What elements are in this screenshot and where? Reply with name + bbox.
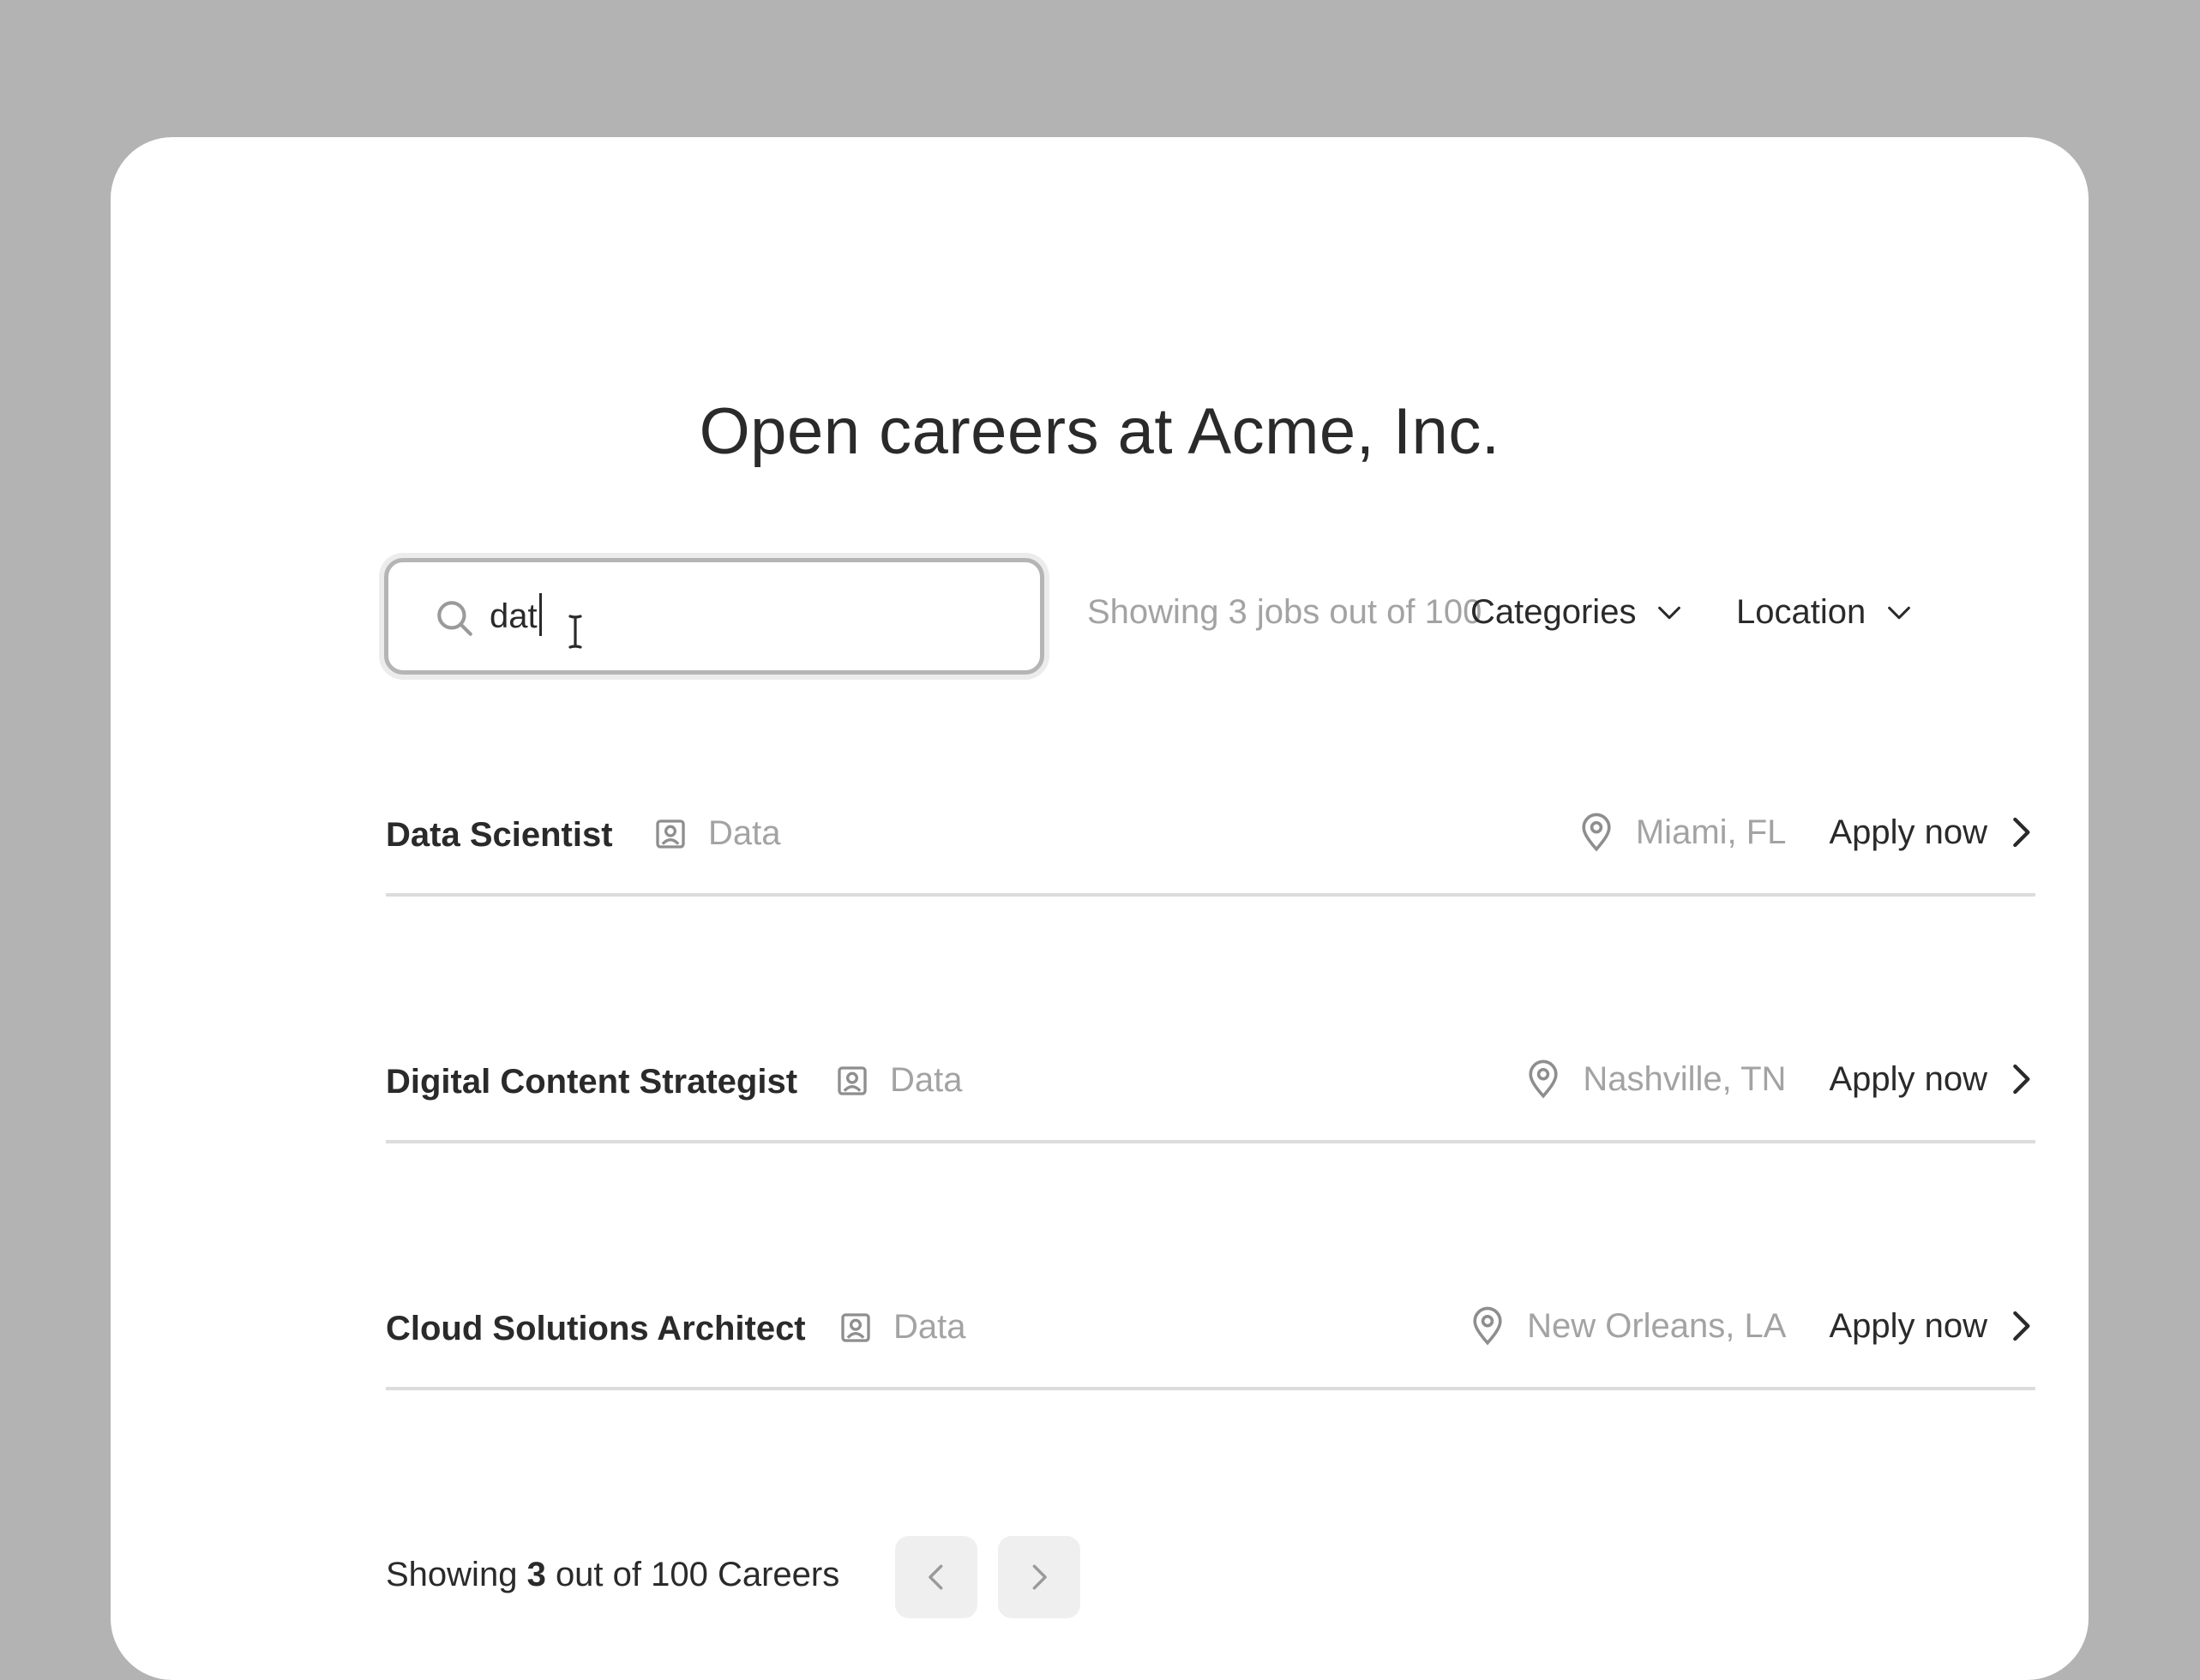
search-input[interactable]: dat <box>384 558 1044 675</box>
location-label: Location <box>1736 593 1866 631</box>
row-divider <box>386 1387 2035 1390</box>
job-row: Data Scientist Data Miami, FL Apply now <box>386 799 2035 897</box>
job-category: Data <box>653 814 781 853</box>
chevron-down-icon <box>1658 606 1681 619</box>
text-cursor-icon <box>568 615 582 649</box>
chevron-right-icon <box>2013 1064 2030 1095</box>
apply-now-link[interactable]: Apply now <box>1829 1307 2035 1346</box>
user-badge-icon <box>841 1312 870 1342</box>
results-summary: Showing 3 jobs out of 100 <box>1087 593 1482 631</box>
apply-now-link[interactable]: Apply now <box>1829 813 2035 852</box>
careers-card: Open careers at Acme, Inc. dat Showing 3… <box>111 137 2089 1680</box>
job-location: Miami, FL <box>1579 813 1786 852</box>
chevron-right-icon <box>2013 1311 2030 1341</box>
location-dropdown[interactable]: Location <box>1736 593 1914 632</box>
user-badge-icon <box>838 1065 867 1095</box>
user-badge-icon <box>656 819 685 849</box>
chevron-left-icon <box>929 1564 943 1590</box>
text-caret <box>538 593 542 636</box>
job-title[interactable]: Data Scientist <box>386 816 613 855</box>
chevron-right-icon <box>2013 817 2030 848</box>
categories-label: Categories <box>1470 593 1637 631</box>
job-row: Cloud Solutions Architect Data New Orlea… <box>386 1293 2035 1390</box>
location-pin-icon <box>1529 1059 1558 1099</box>
chevron-down-icon <box>1888 606 1911 619</box>
location-pin-icon <box>1473 1306 1502 1346</box>
location-pin-icon <box>1582 813 1611 852</box>
job-row: Digital Content Strategist Data Nashvill… <box>386 1046 2035 1143</box>
job-category: Data <box>839 1308 966 1347</box>
row-divider <box>386 1140 2035 1143</box>
job-title[interactable]: Digital Content Strategist <box>386 1063 797 1101</box>
chevron-right-icon <box>1032 1564 1047 1590</box>
search-value[interactable]: dat <box>490 593 542 636</box>
job-location: New Orleans, LA <box>1470 1306 1786 1346</box>
job-location: Nashville, TN <box>1526 1059 1786 1099</box>
apply-now-link[interactable]: Apply now <box>1829 1060 2035 1099</box>
page-title: Open careers at Acme, Inc. <box>699 395 1500 468</box>
row-divider <box>386 893 2035 897</box>
job-category: Data <box>835 1061 963 1100</box>
search-icon <box>437 601 472 636</box>
job-title[interactable]: Cloud Solutions Architect <box>386 1310 806 1348</box>
next-page-button[interactable] <box>998 1536 1080 1618</box>
categories-dropdown[interactable]: Categories <box>1470 593 1684 632</box>
pagination-summary: Showing 3 out of 100 Careers <box>386 1556 840 1593</box>
previous-page-button[interactable] <box>895 1536 977 1618</box>
